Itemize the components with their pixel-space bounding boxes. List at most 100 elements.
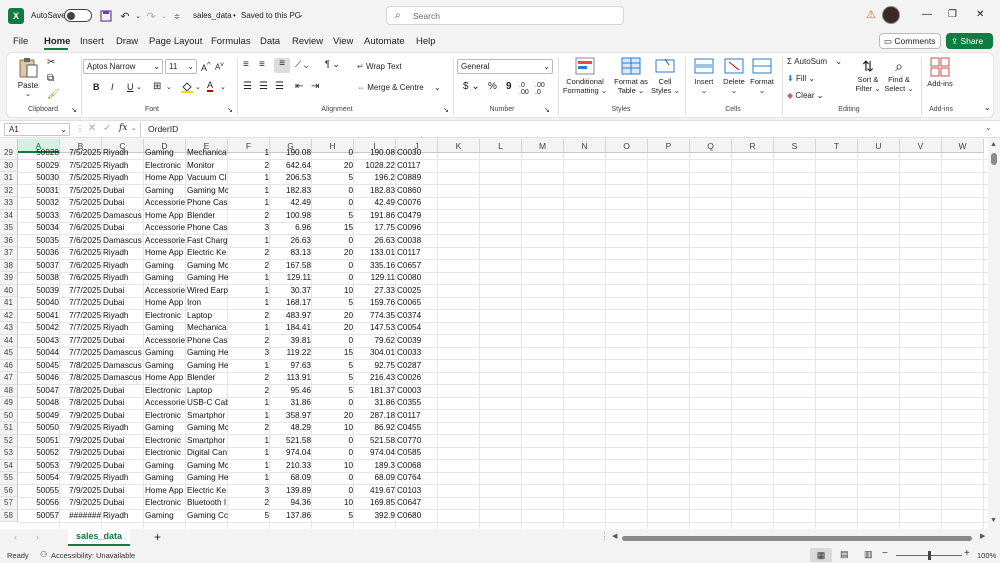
cell-d[interactable]: Electronic [144,497,186,510]
cell-a[interactable]: 50046 [18,372,60,385]
cell-j[interactable]: C0065 [396,297,438,310]
cell-h[interactable]: 20 [312,247,354,260]
cell-j[interactable]: C0025 [396,285,438,298]
cell-c[interactable]: Riyadh [102,422,144,435]
cell-g[interactable]: 6.96 [270,222,312,235]
cell-j[interactable]: C0003 [396,385,438,398]
cell-c[interactable]: Damascus [102,347,144,360]
cell-a[interactable]: 50038 [18,272,60,285]
cell-f[interactable]: 1 [228,460,270,473]
cell-i[interactable]: 774.35 [354,310,396,323]
cut-icon[interactable]: ✂ [47,57,55,68]
cell-h[interactable]: 10 [312,497,354,510]
font-name-select[interactable]: Aptos Narrow ⌄ [83,59,163,74]
cell-d[interactable]: Accessorie [144,335,186,348]
normal-view-icon[interactable]: ▦ [810,548,832,562]
enter-icon[interactable]: ✓ [103,123,111,134]
row-header[interactable]: 32 [0,184,18,197]
sheet-splitter-icon[interactable]: ⋮ [600,531,609,542]
cell-j[interactable]: C0117 [396,410,438,423]
cell-e[interactable]: Gaming He [186,347,228,360]
cell-i[interactable]: 335.16 [354,260,396,273]
cell-a[interactable]: 50051 [18,435,60,448]
row-header[interactable]: 33 [0,197,18,210]
cell-e[interactable]: Blender [186,372,228,385]
row-header[interactable]: 42 [0,309,18,322]
cell-h[interactable]: 0 [312,435,354,448]
cell-g[interactable]: 119.22 [270,347,312,360]
cell-f[interactable]: 1 [228,197,270,210]
cell-j[interactable]: C0117 [396,247,438,260]
cell-d[interactable]: Home App [144,172,186,185]
cell-i[interactable]: 189.3 [354,460,396,473]
comma-style-icon[interactable]: 9 [506,81,512,92]
cell-a[interactable]: 50032 [18,197,60,210]
cell-c[interactable]: Dubai [102,185,144,198]
cell-i[interactable]: 1028.22 [354,160,396,173]
row-header[interactable]: 52 [0,434,18,447]
cell-c[interactable]: Dubai [102,497,144,510]
format-cells-button[interactable]: Format ⌄ [747,57,777,95]
cell-e[interactable]: Gaming He [186,272,228,285]
cell-b[interactable]: 7/9/2025 [60,485,102,498]
cell-b[interactable]: 7/9/2025 [60,497,102,510]
addins-button[interactable]: Add-ins [923,57,957,88]
function-dropdown-icon[interactable]: ⌄ [131,124,137,132]
cell-f[interactable]: 1 [228,172,270,185]
cell-f[interactable]: 1 [228,435,270,448]
cell-g[interactable]: 48.29 [270,422,312,435]
cell-b[interactable]: 7/5/2025 [60,147,102,160]
cell-c[interactable]: Dubai [102,410,144,423]
warning-icon[interactable]: ⚠ [864,8,878,22]
cell-h[interactable]: 0 [312,485,354,498]
row-header[interactable]: 29 [0,147,18,160]
cell-j[interactable]: C0287 [396,360,438,373]
tab-automate[interactable]: Automate [364,36,405,47]
column-header-l[interactable]: L [480,139,522,153]
next-sheet-icon[interactable]: › [36,532,39,542]
text-direction-icon[interactable]: ¶ ⌄ [325,59,340,70]
cell-d[interactable]: Gaming [144,147,186,160]
cell-b[interactable]: 7/8/2025 [60,372,102,385]
horizontal-scroll-thumb[interactable] [622,536,972,541]
cell-b[interactable]: 7/8/2025 [60,360,102,373]
cell-h[interactable]: 5 [312,210,354,223]
cell-i[interactable]: 79.62 [354,335,396,348]
cell-a[interactable]: 50048 [18,397,60,410]
cell-b[interactable]: 7/5/2025 [60,160,102,173]
cell-e[interactable]: Mechanica [186,147,228,160]
cell-c[interactable]: Dubai [102,385,144,398]
borders-icon[interactable]: ⊞ [153,81,161,92]
cell-g[interactable]: 167.58 [270,260,312,273]
add-sheet-button[interactable]: + [154,530,161,544]
cell-h[interactable]: 5 [312,510,354,523]
row-header[interactable]: 53 [0,447,18,460]
cell-d[interactable]: Electronic [144,385,186,398]
cell-i[interactable]: 169.85 [354,497,396,510]
tab-formulas[interactable]: Formulas [211,36,251,47]
font-launcher-icon[interactable]: ↘ [227,106,233,114]
cell-i[interactable]: 304.01 [354,347,396,360]
cell-g[interactable]: 68.09 [270,472,312,485]
cell-a[interactable]: 50028 [18,147,60,160]
cell-c[interactable]: Dubai [102,447,144,460]
cell-j[interactable]: C0680 [396,510,438,523]
cell-c[interactable]: Riyadh [102,260,144,273]
cell-d[interactable]: Gaming [144,272,186,285]
cell-b[interactable]: 7/9/2025 [60,460,102,473]
delete-cells-button[interactable]: Delete ⌄ [719,57,749,95]
cell-h[interactable]: 15 [312,222,354,235]
cell-e[interactable]: Iron [186,297,228,310]
cell-a[interactable]: 50055 [18,485,60,498]
cell-g[interactable]: 30.37 [270,285,312,298]
cell-b[interactable]: 7/7/2025 [60,297,102,310]
cell-i[interactable]: 147.53 [354,322,396,335]
cell-g[interactable]: 137.86 [270,510,312,523]
cell-c[interactable]: Riyadh [102,510,144,523]
cell-j[interactable]: C0374 [396,310,438,323]
column-header-o[interactable]: O [606,139,648,153]
cell-d[interactable]: Home App [144,247,186,260]
cell-h[interactable]: 10 [312,422,354,435]
cell-d[interactable]: Gaming [144,360,186,373]
cell-i[interactable]: 521.58 [354,435,396,448]
